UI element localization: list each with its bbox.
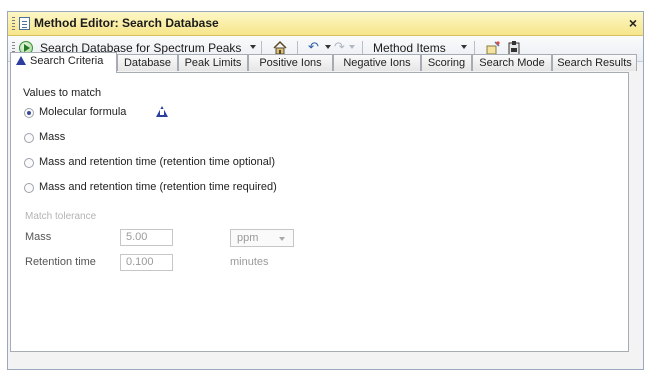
- close-button[interactable]: ×: [629, 15, 637, 31]
- mass-tolerance-input[interactable]: 5.00: [120, 229, 173, 246]
- radio-molecular-formula[interactable]: [24, 108, 34, 118]
- radio-mass-rt-optional-label[interactable]: Mass and retention time (retention time …: [39, 156, 275, 168]
- search-criteria-panel: Values to match Molecular formula Mass M…: [10, 72, 629, 352]
- redo-chevron-down-icon: [349, 45, 355, 49]
- radio-mass-rt-required-label[interactable]: Mass and retention time (retention time …: [39, 181, 277, 193]
- match-tolerance-label: Match tolerance: [25, 211, 97, 222]
- chevron-down-icon: [279, 237, 285, 241]
- tab-peak-limits[interactable]: Peak Limits: [178, 54, 248, 71]
- method-items-menu[interactable]: Method Items: [373, 41, 446, 55]
- radio-molecular-formula-label[interactable]: Molecular formula: [39, 106, 126, 118]
- radio-mass-label[interactable]: Mass: [39, 131, 65, 143]
- method-items-chevron-down-icon[interactable]: [461, 45, 467, 49]
- tab-database[interactable]: Database: [117, 54, 178, 71]
- mass-label: Mass: [25, 231, 52, 243]
- values-to-match-label: Values to match: [23, 87, 102, 99]
- retention-time-label: Retention time: [25, 256, 96, 268]
- tab-search-mode[interactable]: Search Mode: [472, 54, 552, 71]
- tab-search-criteria[interactable]: Search Criteria: [10, 52, 117, 73]
- tab-label: Search Criteria: [30, 55, 104, 67]
- redo-icon: ↷: [334, 39, 345, 54]
- warning-icon: [156, 106, 168, 117]
- document-icon: [19, 17, 30, 30]
- mass-unit-select[interactable]: ppm: [230, 229, 294, 247]
- radio-mass[interactable]: [24, 133, 34, 143]
- tab-positive-ions[interactable]: Positive Ions: [248, 54, 333, 71]
- radio-mass-rt-required[interactable]: [24, 183, 34, 193]
- retention-time-input[interactable]: 0.100: [120, 254, 173, 271]
- undo-icon[interactable]: ↶: [308, 39, 319, 55]
- retention-time-unit: minutes: [230, 256, 269, 268]
- tab-search-results[interactable]: Search Results: [552, 54, 637, 71]
- window-title: Method Editor: Search Database: [34, 16, 219, 30]
- mass-unit-value: ppm: [237, 232, 259, 244]
- title-grip-icon[interactable]: [12, 17, 15, 30]
- radio-mass-rt-optional[interactable]: [24, 158, 34, 168]
- tab-scoring[interactable]: Scoring: [421, 54, 472, 71]
- action-combo-chevron-down-icon[interactable]: [250, 45, 256, 49]
- undo-chevron-down-icon[interactable]: [325, 45, 331, 49]
- tab-negative-ions[interactable]: Negative Ions: [333, 54, 421, 71]
- title-bar[interactable]: Method Editor: Search Database ×: [8, 12, 643, 36]
- warning-icon: [16, 56, 26, 65]
